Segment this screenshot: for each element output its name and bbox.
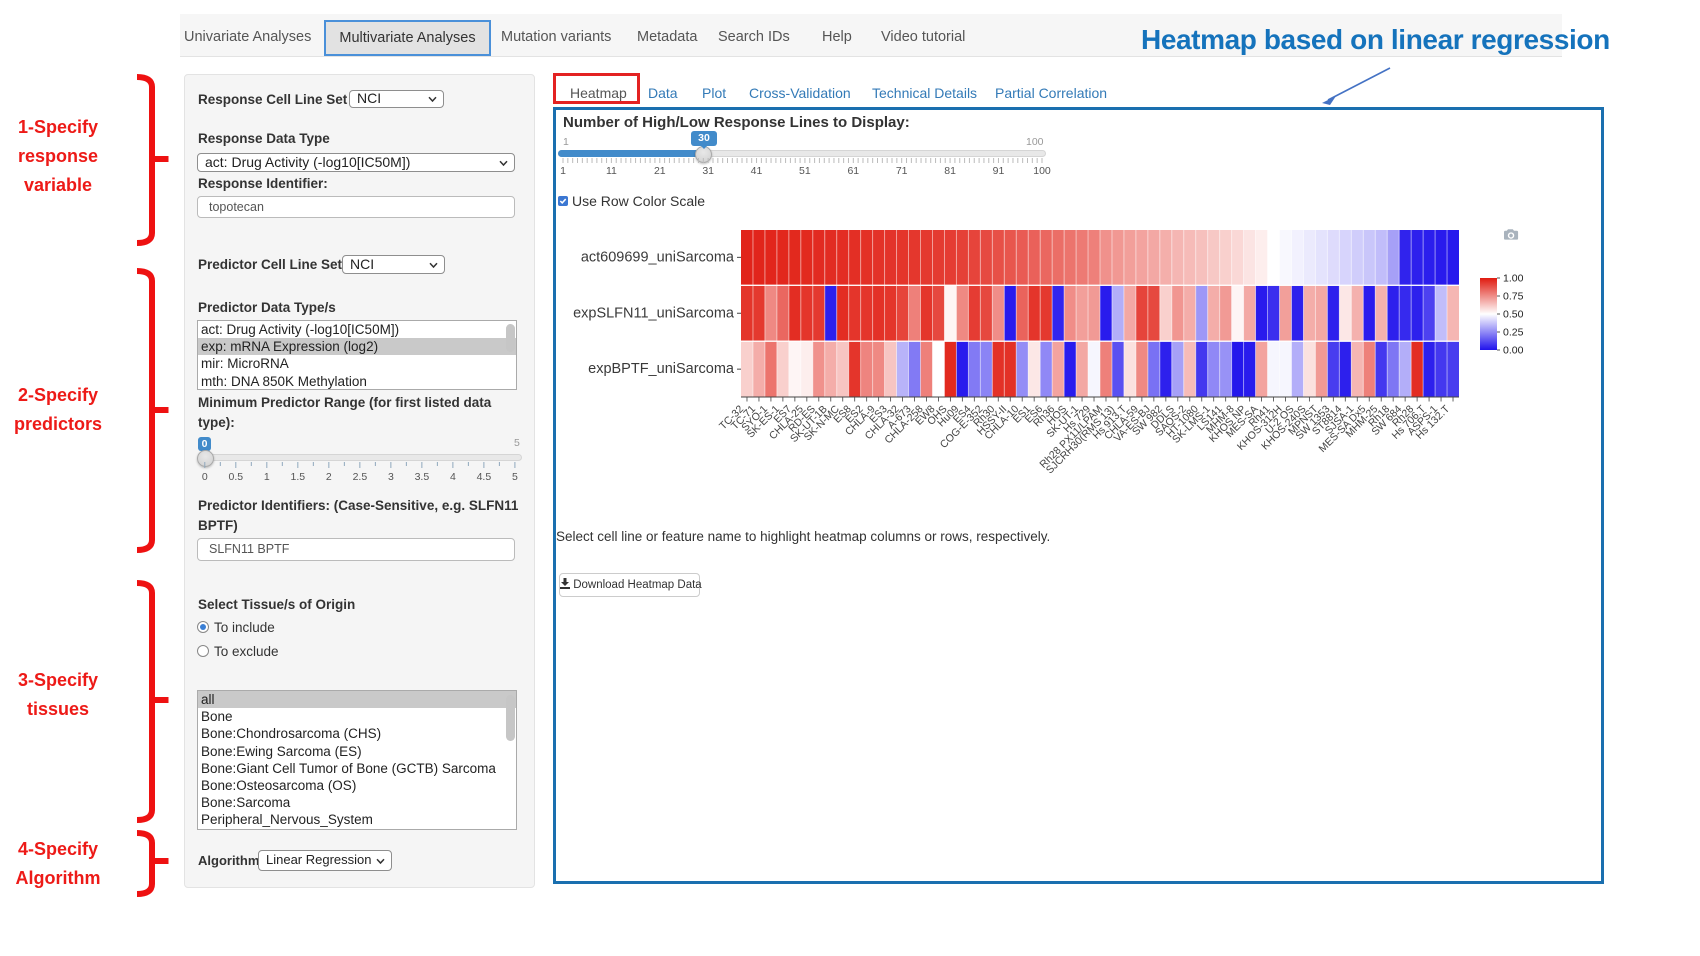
svg-text:0.75: 0.75 — [1503, 291, 1524, 303]
svg-text:expBPTF_uniSarcoma: expBPTF_uniSarcoma — [588, 361, 735, 377]
svg-text:1.00: 1.00 — [1503, 273, 1524, 285]
svg-text:act609699_uniSarcoma: act609699_uniSarcoma — [581, 249, 735, 265]
svg-text:0.50: 0.50 — [1503, 309, 1524, 321]
svg-text:0.25: 0.25 — [1503, 327, 1524, 339]
svg-text:0.00: 0.00 — [1503, 345, 1524, 357]
svg-text:expSLFN11_uniSarcoma: expSLFN11_uniSarcoma — [573, 305, 735, 321]
